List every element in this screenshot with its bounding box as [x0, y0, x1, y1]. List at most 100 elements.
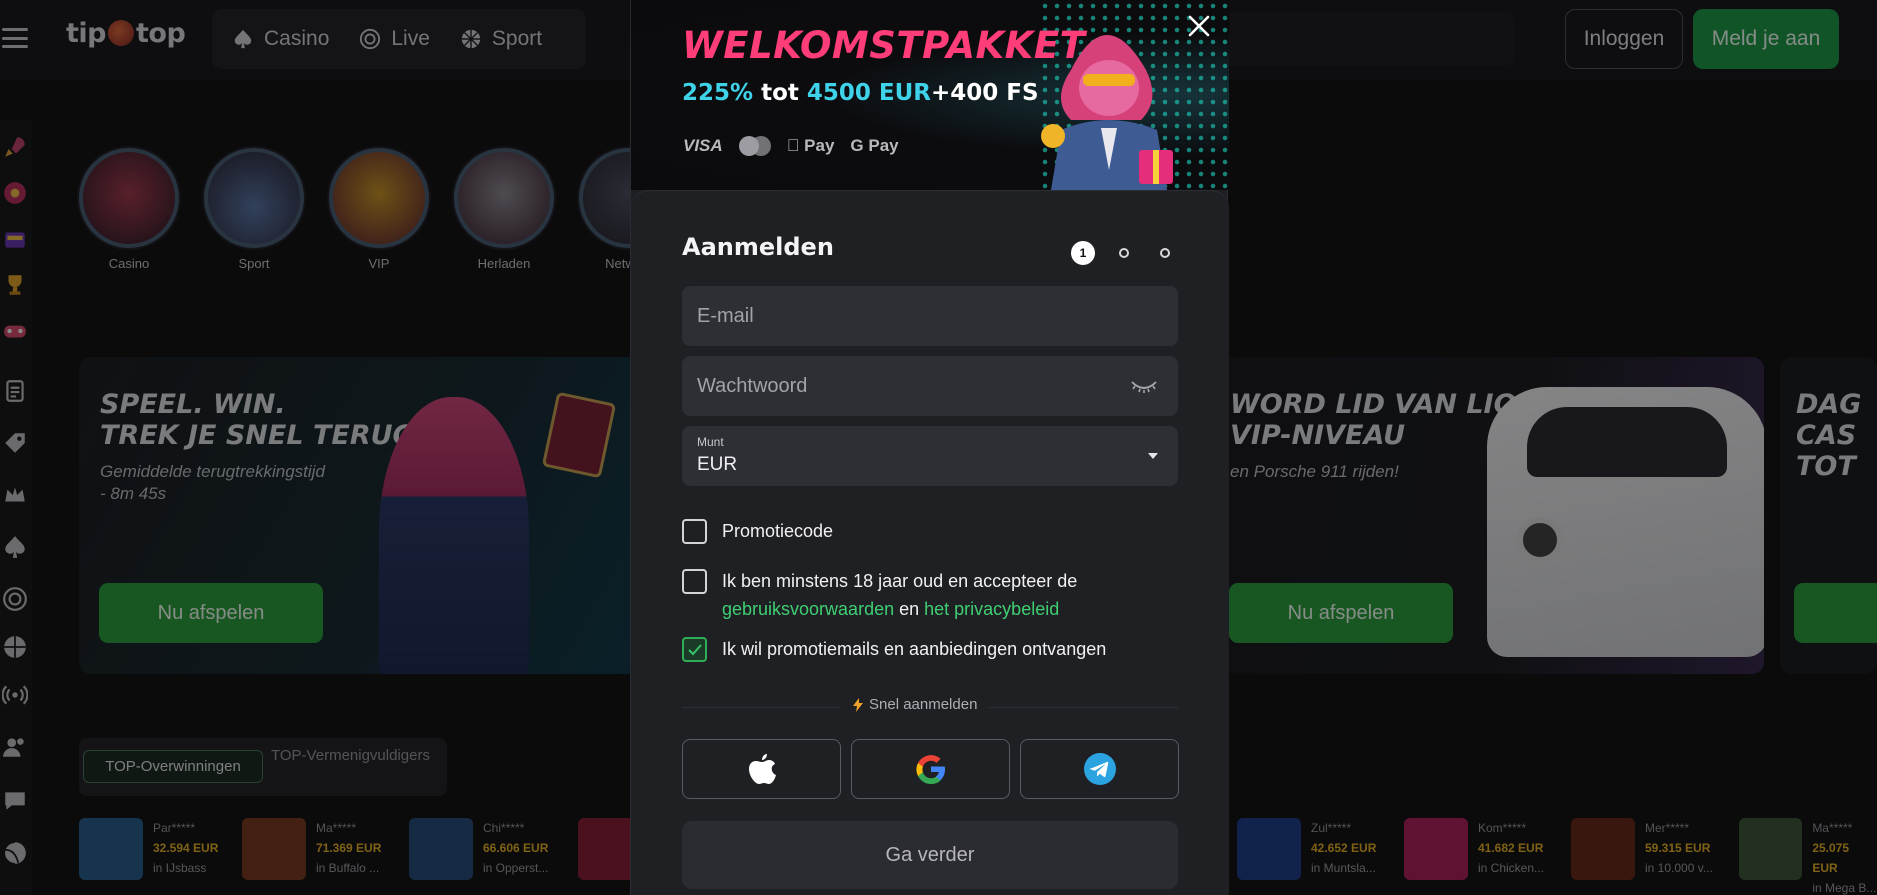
users-icon[interactable] — [2, 734, 28, 760]
rocket-icon[interactable] — [2, 134, 28, 160]
win-item[interactable]: Mer***** 59.315 EUR in 10.000 v... — [1571, 818, 1713, 880]
terms-checkbox[interactable] — [682, 569, 707, 594]
win-user: Chi***** — [483, 821, 525, 835]
game-thumbnail — [1237, 818, 1301, 880]
tab-top-multipliers[interactable]: TOP-Vermenigvuldigers — [271, 746, 441, 766]
signup-modal: WELKOMSTPAKKET 225% tot 4500 EUR+400 FS … — [630, 0, 1229, 895]
win-amount: 66.606 EUR — [483, 841, 549, 855]
live-side-icon[interactable] — [2, 586, 28, 612]
win-amount: 59.315 EUR — [1645, 841, 1711, 855]
spade-icon — [234, 29, 252, 49]
win-game: in Mega B... — [1812, 881, 1877, 895]
logo[interactable]: tip top — [66, 18, 186, 49]
category-sport[interactable]: Sport — [204, 148, 304, 271]
header-bar-area — [1225, 12, 1515, 66]
win-item[interactable]: Par***** 32.594 EUR in IJsbass — [79, 818, 218, 880]
signup-button[interactable]: Meld je aan — [1693, 9, 1839, 69]
close-button[interactable] — [1181, 8, 1217, 44]
form-title: Aanmelden — [682, 233, 834, 261]
signup-form: Aanmelden 1 Munt EUR Promotiecode — [631, 190, 1229, 895]
apple-signin-button[interactable] — [682, 739, 841, 799]
play-now-button-partial[interactable] — [1794, 583, 1877, 643]
promo-code-row[interactable]: Promotiecode — [682, 519, 1182, 545]
continue-button[interactable]: Ga verder — [682, 821, 1178, 889]
marketing-checkbox[interactable] — [682, 637, 707, 662]
porsche-image — [1487, 387, 1764, 657]
trophy-icon[interactable] — [2, 272, 28, 298]
google-icon — [915, 755, 945, 785]
broadcast-icon[interactable] — [2, 682, 28, 708]
eye-closed-icon[interactable] — [1130, 376, 1158, 396]
card-image — [541, 391, 617, 479]
game-thumbnail — [1739, 818, 1803, 880]
visa-icon: VISA — [683, 136, 723, 155]
promo-offer: 225% tot 4500 EUR+400 FS — [682, 80, 1039, 106]
volleyball-icon[interactable] — [2, 840, 28, 866]
spade-side-icon[interactable] — [2, 534, 28, 560]
win-item[interactable]: Chi***** 66.606 EUR in Opperst... — [409, 818, 548, 880]
win-user: Mer***** — [1645, 821, 1690, 835]
win-item[interactable]: Kom***** 41.682 EUR in Chicken... — [1404, 818, 1544, 880]
ball-icon — [461, 29, 481, 49]
welcome-promo-banner: WELKOMSTPAKKET 225% tot 4500 EUR+400 FS … — [631, 0, 1229, 190]
quick-signup-label: Snel aanmelden — [841, 696, 990, 713]
currency-select[interactable]: Munt EUR — [682, 426, 1178, 486]
cards-icon — [454, 148, 554, 248]
wheel-icon[interactable] — [2, 180, 28, 206]
roulette-icon — [79, 148, 179, 248]
chat-icon[interactable] — [2, 788, 28, 814]
privacy-link[interactable]: het privacybeleid — [924, 599, 1059, 619]
email-input[interactable] — [682, 286, 1178, 346]
play-now-button[interactable]: Nu afspelen — [99, 583, 323, 643]
win-user: Ma***** — [1812, 821, 1853, 835]
category-vip[interactable]: VIP — [329, 148, 429, 271]
crown-round-icon — [329, 148, 429, 248]
tab-top-wins[interactable]: TOP-Overwinningen — [83, 750, 263, 783]
game-thumbnail — [1571, 818, 1635, 880]
close-icon — [1188, 15, 1210, 37]
step-2 — [1112, 241, 1136, 265]
win-amount: 41.682 EUR — [1478, 841, 1544, 855]
win-game: in Buffalo ... — [316, 861, 380, 875]
play-now-button[interactable]: Nu afspelen — [1229, 583, 1453, 643]
caret-down-icon — [1148, 453, 1158, 459]
win-amount: 42.652 EUR — [1311, 841, 1377, 855]
game-thumbnail — [79, 818, 143, 880]
game-thumbnail — [1404, 818, 1468, 880]
lightning-icon — [853, 697, 863, 712]
sport-side-icon[interactable] — [2, 634, 28, 660]
win-item[interactable]: Ma***** 25.075 EUR in Mega B... — [1739, 818, 1877, 895]
nav-casino[interactable]: Casino — [232, 27, 329, 51]
clipboard-icon[interactable] — [2, 378, 28, 404]
store-icon[interactable] — [2, 226, 28, 252]
nav-sport[interactable]: Sport — [460, 27, 542, 51]
google-signin-button[interactable] — [851, 739, 1010, 799]
win-game: in Opperst... — [483, 861, 549, 875]
category-reload[interactable]: Herladen — [454, 148, 554, 271]
category-casino[interactable]: Casino — [79, 148, 179, 271]
password-input[interactable] — [682, 356, 1178, 416]
win-item[interactable]: Zul***** 42.652 EUR in Muntsla... — [1237, 818, 1376, 880]
banner-daily: DAG CAS TOT — [1780, 357, 1877, 674]
lion-logo-icon — [108, 20, 134, 46]
win-game: in Muntsla... — [1311, 861, 1376, 875]
lion-mascot-icon — [1041, 35, 1173, 190]
telegram-signin-button[interactable] — [1020, 739, 1179, 799]
gamepad-icon[interactable] — [2, 318, 28, 344]
promo-code-checkbox[interactable] — [682, 519, 707, 544]
main-nav: Casino Live Sport — [212, 9, 586, 69]
crown-icon[interactable] — [2, 482, 28, 508]
login-button[interactable]: Inloggen — [1565, 9, 1683, 69]
password-field[interactable] — [682, 356, 1178, 416]
tag-icon[interactable] — [2, 430, 28, 456]
banner-withdrawal: SPEEL. WIN. TREK JE SNEL TERUG. Gemiddel… — [79, 357, 639, 674]
step-3 — [1153, 241, 1177, 265]
terms-link[interactable]: gebruiksvoorwaarden — [722, 599, 894, 619]
email-field[interactable] — [682, 286, 1178, 346]
win-item[interactable]: Ma***** 71.369 EUR in Buffalo ... — [242, 818, 381, 880]
google-pay-icon: G Pay — [832, 136, 898, 155]
banner-title: SPEEL. WIN. TREK JE SNEL TERUG. — [100, 389, 425, 451]
nav-live[interactable]: Live — [359, 27, 430, 51]
menu-icon[interactable] — [2, 28, 28, 48]
marketing-row[interactable]: Ik wil promotiemails en aanbiedingen ont… — [682, 637, 1182, 663]
